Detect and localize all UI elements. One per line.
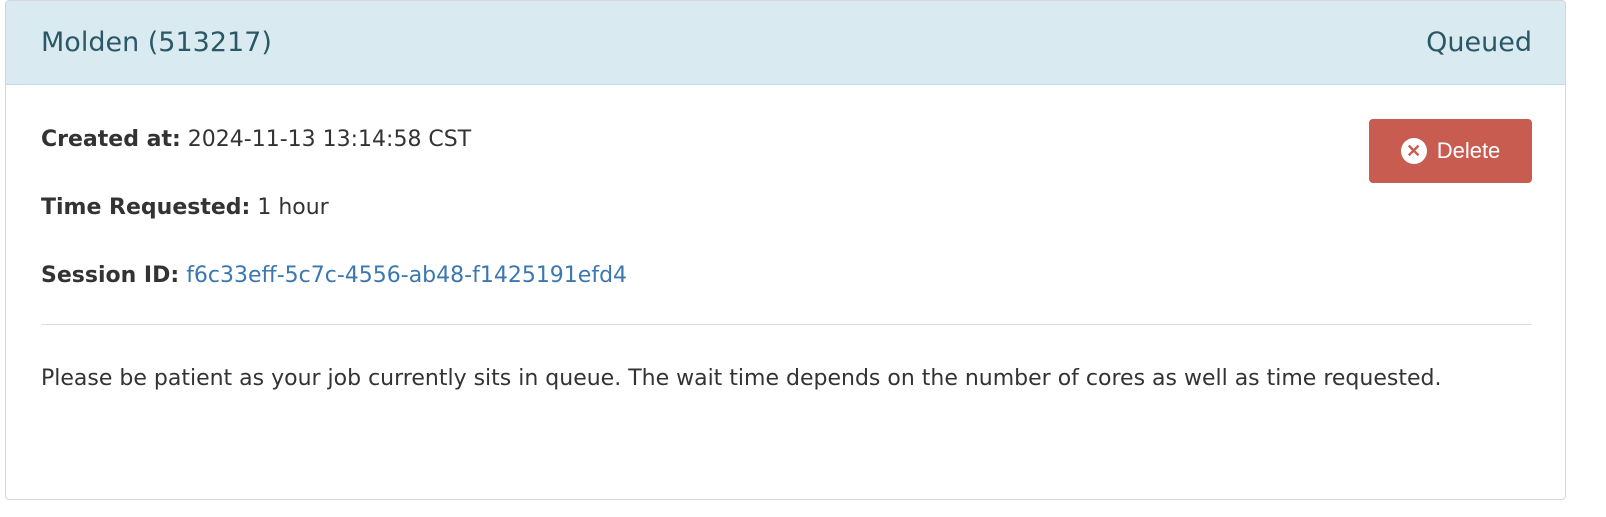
delete-label: Delete — [1436, 138, 1501, 163]
delete-button[interactable]: ✕ Delete — [1369, 119, 1532, 183]
created-label: Created at: — [41, 127, 181, 152]
session-row: Session ID: f6c33eff-5c7c-4556-ab48-f142… — [41, 263, 627, 288]
created-row: Created at: 2024-11-13 13:14:58 CST — [41, 127, 471, 152]
session-card: Molden (513217) Queued Created at: 2024-… — [5, 0, 1566, 500]
queue-message: Please be patient as your job currently … — [41, 366, 1442, 391]
session-id-link[interactable]: f6c33eff-5c7c-4556-ab48-f1425191efd4 — [186, 263, 627, 288]
time-label: Time Requested: — [41, 195, 251, 220]
session-title: Molden (513217) — [41, 27, 272, 58]
session-label: Session ID: — [41, 263, 180, 288]
time-row: Time Requested: 1 hour — [41, 195, 329, 220]
close-circle-icon: ✕ — [1400, 138, 1427, 164]
time-value: 1 hour — [257, 195, 329, 220]
card-header: Molden (513217) Queued — [6, 1, 1565, 85]
divider — [41, 324, 1532, 325]
created-value: 2024-11-13 13:14:58 CST — [187, 127, 472, 152]
status-badge: Queued — [1426, 27, 1532, 58]
